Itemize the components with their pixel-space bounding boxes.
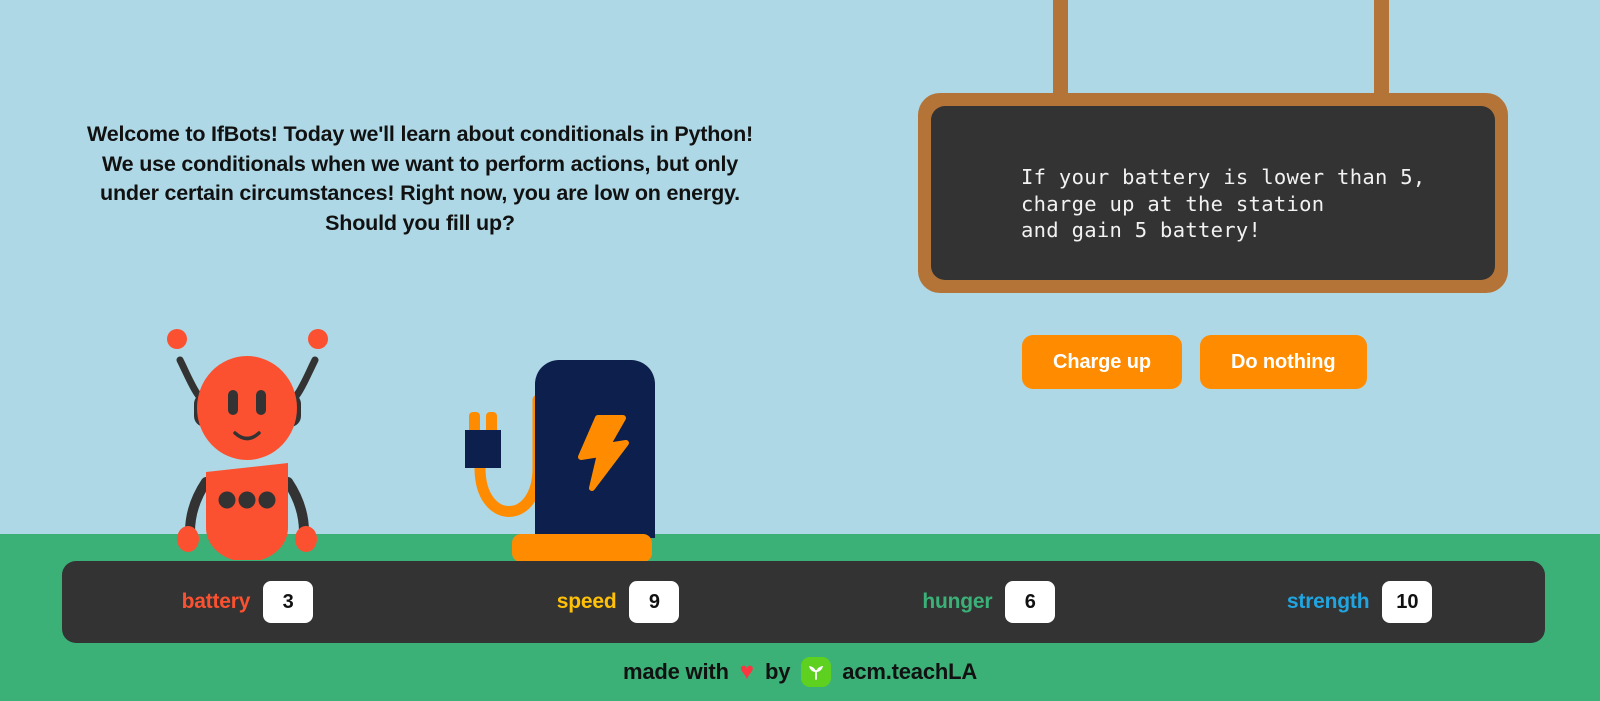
do-nothing-button[interactable]: Do nothing xyxy=(1200,335,1367,389)
intro-narration-text: Welcome to IfBots! Today we'll learn abo… xyxy=(86,122,754,235)
robot-hand-right xyxy=(295,526,317,552)
stat-hunger-value: 6 xyxy=(1005,581,1056,623)
heart-icon: ♥ xyxy=(739,658,754,685)
sign-board: If your battery is lower than 5, charge … xyxy=(931,106,1495,280)
robot-arm-left xyxy=(185,477,211,537)
station-base xyxy=(512,534,652,562)
stat-speed: speed 9 xyxy=(433,581,804,623)
robot-body-dot-2 xyxy=(238,491,256,509)
stat-speed-value: 9 xyxy=(629,581,680,623)
stat-battery-label: battery xyxy=(181,590,251,613)
stat-strength: strength 10 xyxy=(1174,581,1545,623)
stat-battery: battery 3 xyxy=(62,581,433,623)
robot-hand-left xyxy=(177,526,199,552)
robot-body-dot-1 xyxy=(218,491,236,509)
stats-bar: battery 3 speed 9 hunger 6 strength 10 xyxy=(62,561,1545,643)
instruction-sign: If your battery is lower than 5, charge … xyxy=(918,93,1508,293)
teachla-sprout-logo-icon[interactable] xyxy=(801,657,832,687)
robot-body-dot-3 xyxy=(258,491,276,509)
plug-head xyxy=(465,430,501,468)
stat-hunger-label: hunger xyxy=(922,590,993,613)
app-stage: Welcome to IfBots! Today we'll learn abo… xyxy=(0,0,1600,701)
robot-arm-right xyxy=(283,477,309,537)
choice-button-group: Charge up Do nothing xyxy=(1022,335,1367,389)
sign-code-text: If your battery is lower than 5, charge … xyxy=(1021,165,1426,242)
robot-head xyxy=(197,356,297,460)
footer-by-label: by xyxy=(765,659,791,684)
robot-body xyxy=(206,463,288,562)
antenna-right-bulb xyxy=(308,329,328,349)
stat-strength-value: 10 xyxy=(1382,581,1433,623)
stat-hunger: hunger 6 xyxy=(804,581,1175,623)
robot-character xyxy=(150,320,340,562)
footer: made with ♥ by acm.teachLA xyxy=(0,643,1600,701)
charge-up-button[interactable]: Charge up xyxy=(1022,335,1182,389)
footer-made-with-label: made with xyxy=(622,659,729,684)
footer-brand-label: acm.teachLA xyxy=(842,659,978,684)
stat-strength-label: strength xyxy=(1286,590,1370,613)
sign-post-right xyxy=(1374,0,1389,108)
robot-eye-left xyxy=(228,390,238,415)
stat-battery-value: 3 xyxy=(263,581,314,623)
antenna-left-bulb xyxy=(167,329,187,349)
charging-station[interactable] xyxy=(440,340,680,565)
stat-speed-label: speed xyxy=(556,590,617,613)
sign-post-left xyxy=(1053,0,1068,108)
robot-eye-right xyxy=(256,390,266,415)
